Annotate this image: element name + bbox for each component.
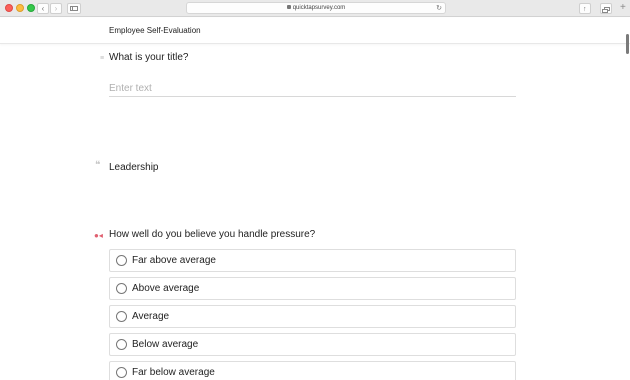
option-label: Far above average bbox=[132, 255, 216, 266]
address-bar[interactable]: quicktapsurvey.com ↻ bbox=[186, 2, 446, 14]
radio-button[interactable] bbox=[116, 367, 127, 378]
close-window-button[interactable] bbox=[5, 4, 13, 12]
radio-button[interactable] bbox=[116, 255, 127, 266]
plus-icon[interactable]: + bbox=[620, 2, 626, 13]
tabs-icon[interactable] bbox=[600, 3, 612, 14]
browser-toolbar: ‹ › quicktapsurvey.com ↻ ↑ + bbox=[0, 0, 630, 17]
minimize-window-button[interactable] bbox=[16, 4, 24, 12]
scrollbar-thumb[interactable] bbox=[626, 34, 629, 54]
option-average[interactable]: Average bbox=[109, 305, 516, 328]
url-text: quicktapsurvey.com bbox=[292, 5, 346, 11]
option-far-above-average[interactable]: Far above average bbox=[109, 249, 516, 272]
option-label: Below average bbox=[132, 339, 199, 350]
option-above-average[interactable]: Above average bbox=[109, 277, 516, 300]
option-below-average[interactable]: Below average bbox=[109, 333, 516, 356]
chevron-right-icon[interactable]: › bbox=[50, 3, 62, 14]
radio-button[interactable] bbox=[116, 283, 127, 294]
reload-icon[interactable]: ↻ bbox=[436, 3, 442, 14]
option-far-below-average[interactable]: Far below average bbox=[109, 361, 516, 380]
option-label: Far below average bbox=[132, 367, 215, 378]
sidebar-icon[interactable] bbox=[67, 3, 81, 14]
text-question-icon: ≡ bbox=[100, 55, 105, 62]
survey-title: Employee Self-Evaluation bbox=[109, 26, 201, 35]
option-label: Average bbox=[132, 311, 170, 322]
radio-button[interactable] bbox=[116, 311, 127, 322]
scrollbar[interactable] bbox=[624, 18, 630, 380]
question-title-label: What is your title? bbox=[109, 52, 189, 63]
title-input[interactable] bbox=[109, 80, 516, 97]
section-heading-leadership: Leadership bbox=[109, 162, 159, 173]
option-label: Above average bbox=[132, 283, 200, 294]
question-pressure-label: How well do you believe you handle press… bbox=[109, 229, 316, 240]
chevron-left-icon[interactable]: ‹ bbox=[37, 3, 49, 14]
share-icon[interactable]: ↑ bbox=[579, 3, 591, 14]
radio-button[interactable] bbox=[116, 339, 127, 350]
rating-question-icon: ●◂ bbox=[94, 231, 103, 240]
zoom-window-button[interactable] bbox=[27, 4, 35, 12]
pressure-options: Far above average Above average Average … bbox=[109, 249, 516, 380]
quote-icon: ❝ bbox=[95, 160, 101, 171]
survey-header: Employee Self-Evaluation bbox=[0, 18, 630, 44]
lock-icon bbox=[286, 5, 291, 9]
